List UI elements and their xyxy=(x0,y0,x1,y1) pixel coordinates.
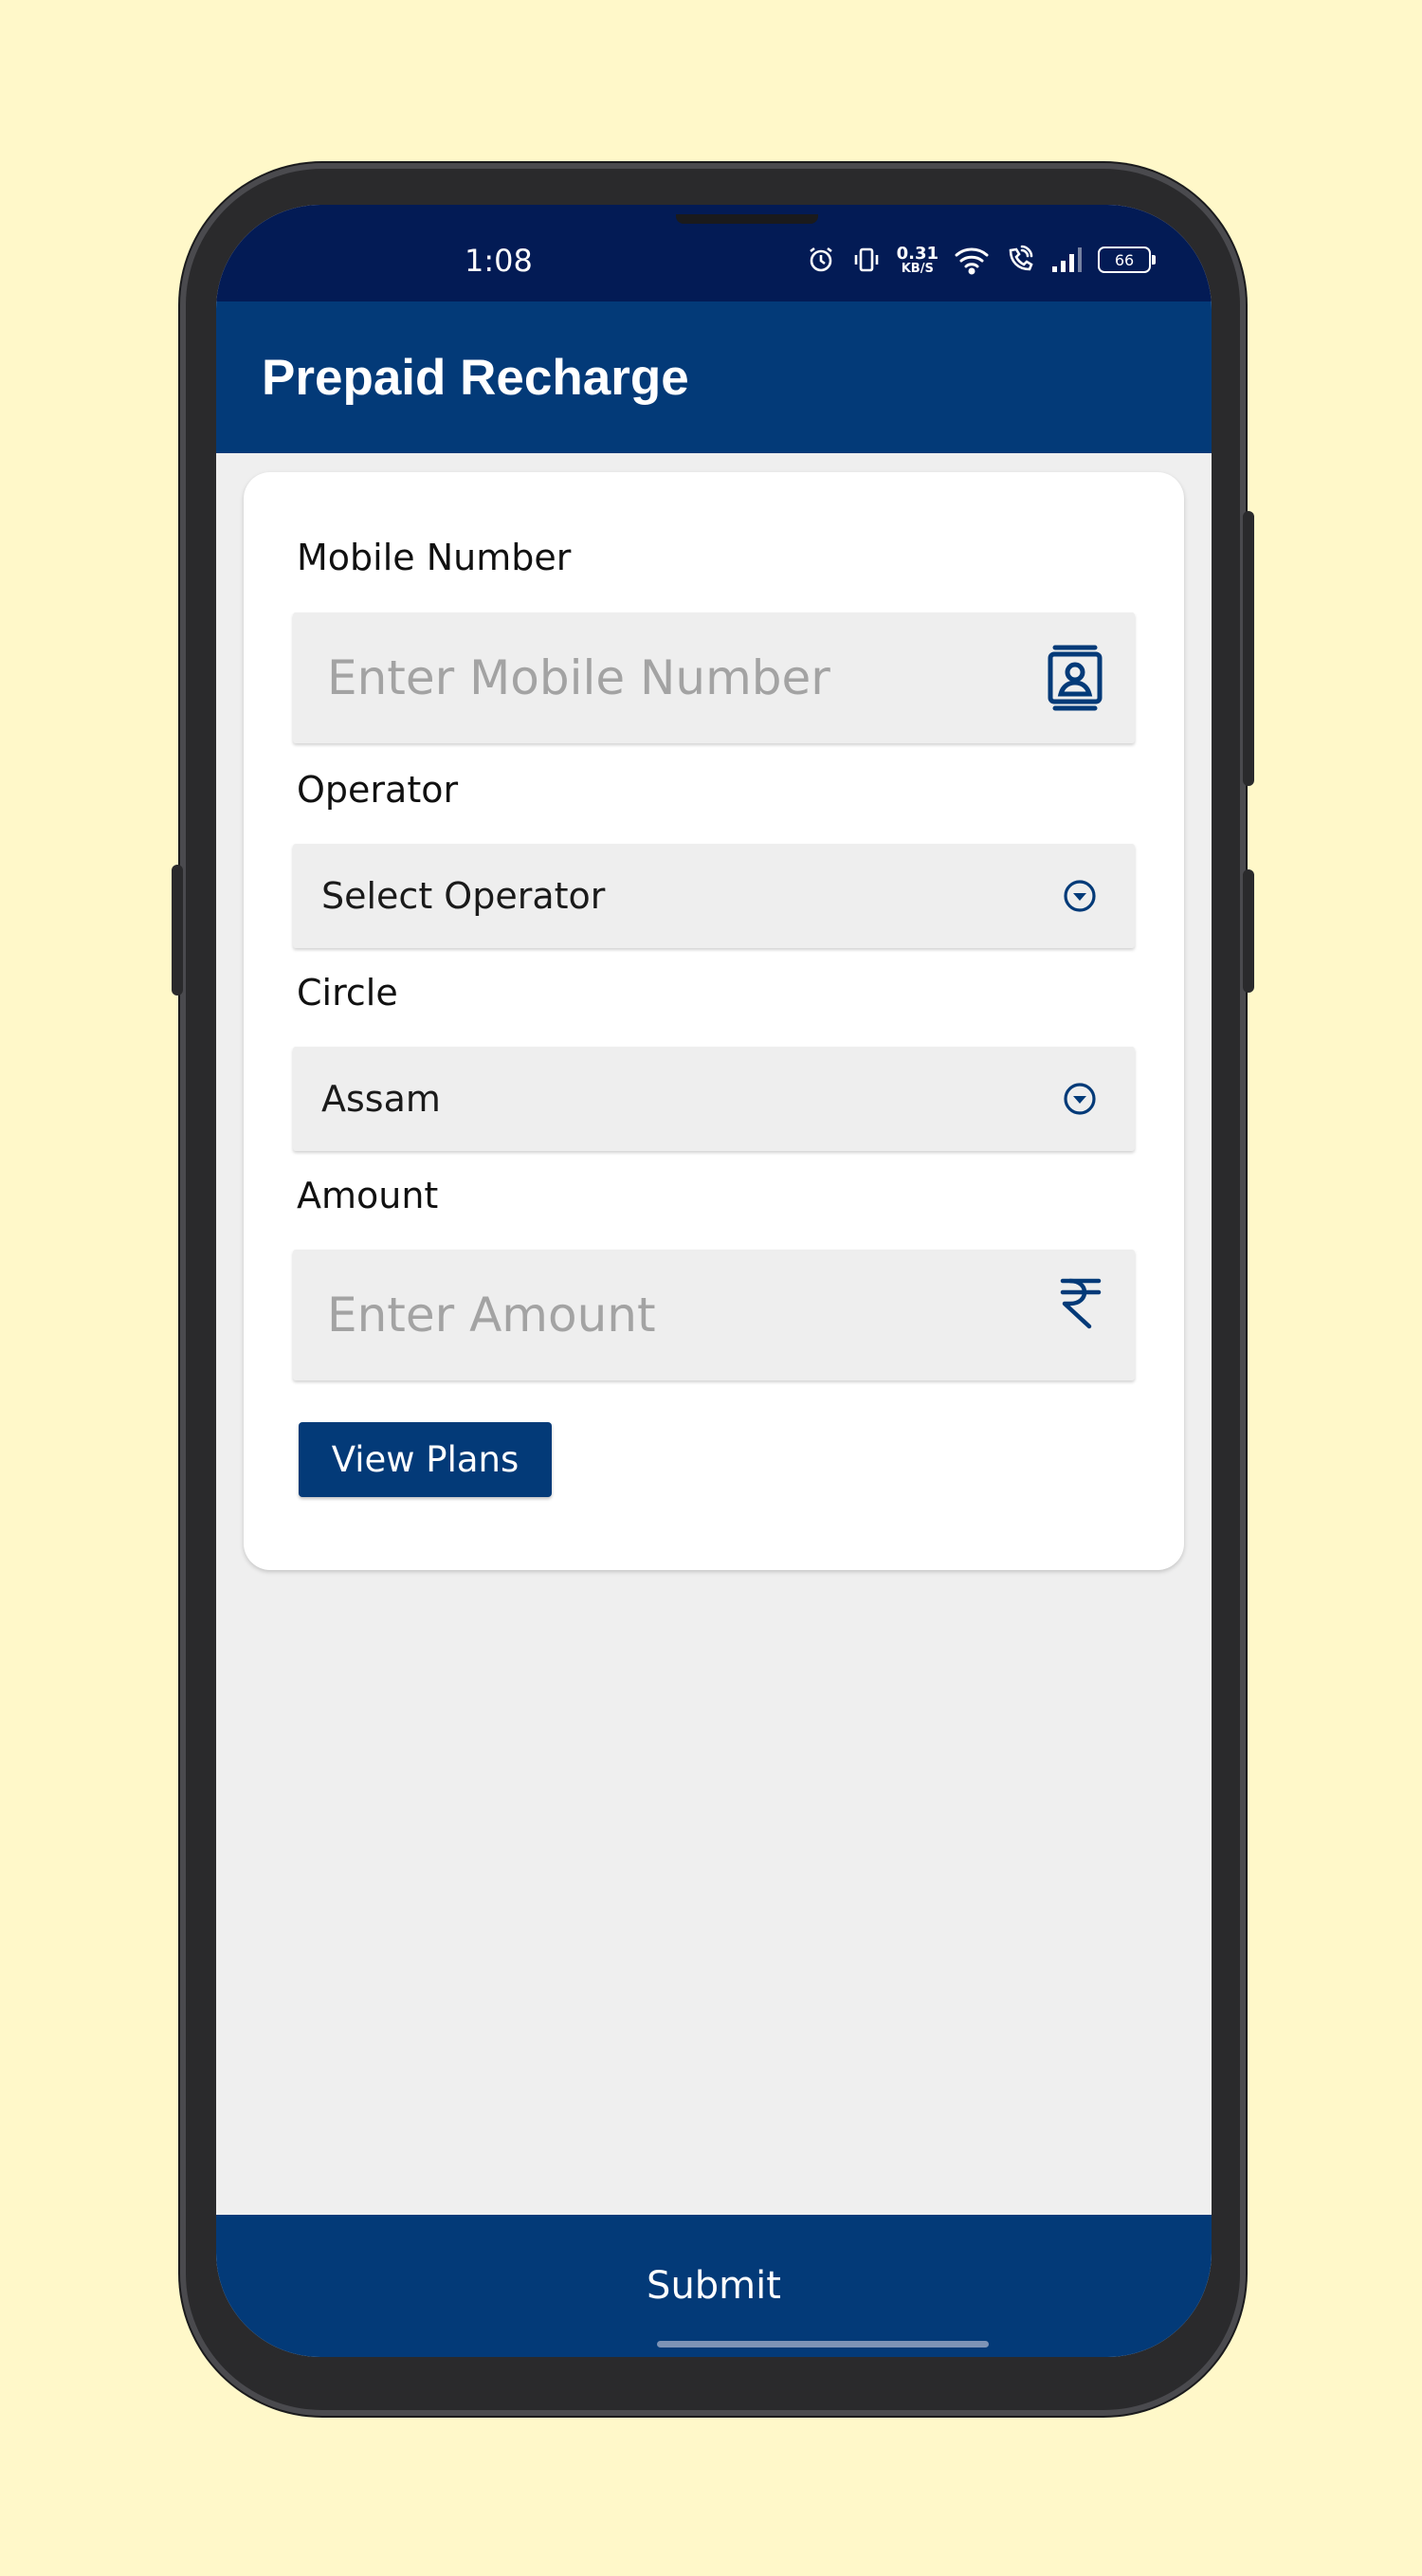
mobile-number-input[interactable] xyxy=(327,612,1029,743)
operator-label: Operator xyxy=(297,769,459,811)
amount-input[interactable] xyxy=(327,1250,1029,1380)
amount-label: Amount xyxy=(297,1175,439,1216)
phone-frame: 1:08 0.31 KB/S 66 Prepaid Recharge Mobil… xyxy=(172,163,1254,2416)
mobile-number-field[interactable] xyxy=(293,612,1135,743)
status-icons: 0.31 KB/S 66 xyxy=(806,241,1156,279)
dropdown-icon xyxy=(1063,1082,1097,1120)
mobile-number-label: Mobile Number xyxy=(297,537,572,578)
phone-side-button xyxy=(1243,869,1254,993)
page-title: Prepaid Recharge xyxy=(262,350,689,406)
amount-field[interactable] xyxy=(293,1250,1135,1380)
wifi-icon xyxy=(954,245,990,275)
signal-icon xyxy=(1050,246,1083,274)
phone-side-button xyxy=(1243,511,1254,786)
operator-selected-value: Select Operator xyxy=(321,875,606,917)
circle-selected-value: Assam xyxy=(321,1078,441,1120)
battery-level: 66 xyxy=(1114,250,1135,269)
status-time: 1:08 xyxy=(465,243,533,279)
earpiece xyxy=(676,214,818,224)
circle-label: Circle xyxy=(297,972,398,1014)
rupee-icon xyxy=(1057,1276,1104,1333)
submit-button[interactable]: Submit xyxy=(216,2215,1212,2357)
alarm-icon xyxy=(806,245,836,275)
vibrate-icon xyxy=(851,245,882,275)
circle-select[interactable]: Assam xyxy=(293,1047,1135,1151)
net-speed: 0.31 KB/S xyxy=(896,243,939,276)
dropdown-icon xyxy=(1063,879,1097,917)
wifi-call-icon xyxy=(1005,245,1035,275)
home-indicator[interactable] xyxy=(657,2341,989,2348)
battery-icon: 66 xyxy=(1098,247,1156,273)
phone-side-button xyxy=(172,865,183,996)
operator-select[interactable]: Select Operator xyxy=(293,844,1135,948)
view-plans-button[interactable]: View Plans xyxy=(299,1422,552,1497)
submit-label: Submit xyxy=(647,2264,781,2308)
app-bar: Prepaid Recharge xyxy=(216,301,1212,453)
net-speed-unit: KB/S xyxy=(901,261,934,276)
contacts-icon[interactable] xyxy=(1046,645,1104,715)
net-speed-value: 0.31 xyxy=(896,243,939,264)
phone-screen: 1:08 0.31 KB/S 66 Prepaid Recharge Mobil… xyxy=(216,205,1212,2357)
recharge-form-card: Mobile Number Operator Select Operator xyxy=(244,472,1184,1570)
